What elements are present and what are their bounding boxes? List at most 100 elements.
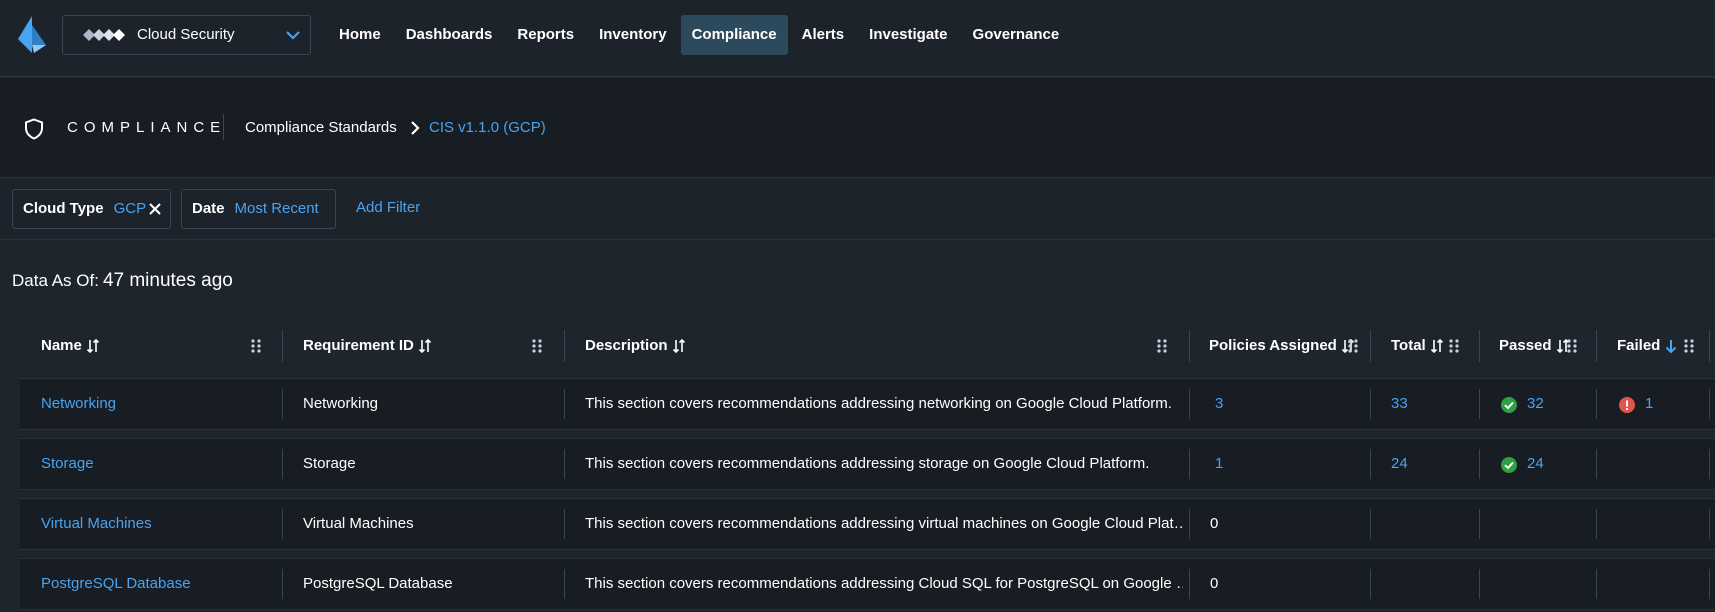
column-header-failed[interactable]: Failed	[1617, 322, 1678, 370]
nav-governance[interactable]: Governance	[962, 15, 1071, 55]
column-drag-handle-icon[interactable]	[1684, 339, 1694, 353]
column-drag-handle-icon[interactable]	[532, 339, 542, 353]
row-requirement-id: PostgreSQL Database	[303, 575, 453, 592]
nav-home[interactable]: Home	[328, 15, 392, 55]
filter-chip-cloud-type[interactable]: Cloud Type GCP	[12, 189, 171, 229]
column-drag-handle-icon[interactable]	[1157, 339, 1167, 353]
table-row[interactable]: Virtual Machines Virtual Machines This s…	[20, 498, 1715, 550]
column-header-total[interactable]: Total	[1391, 322, 1444, 370]
row-name-link[interactable]: Networking	[41, 379, 116, 429]
cell-separator	[1479, 509, 1480, 539]
sort-icon[interactable]	[672, 338, 686, 354]
row-requirement-id: Storage	[303, 455, 356, 472]
cell-separator	[1189, 569, 1190, 599]
table-row[interactable]: PostgreSQL Database PostgreSQL Database …	[20, 558, 1715, 610]
product-switcher-label: Cloud Security	[137, 26, 235, 43]
row-name-link[interactable]: Storage	[41, 439, 94, 489]
row-policies-assigned: 0	[1210, 515, 1219, 532]
table-row[interactable]: Storage Storage This section covers reco…	[20, 438, 1715, 490]
column-separator[interactable]	[1596, 330, 1597, 362]
sort-icon[interactable]	[86, 338, 100, 354]
row-passed-link[interactable]: 32	[1527, 379, 1544, 429]
cell-separator	[1709, 569, 1710, 599]
column-header-requirement-id[interactable]: Requirement ID	[303, 322, 432, 370]
row-description: This section covers recommendations addr…	[585, 395, 1172, 412]
nav-alerts[interactable]: Alerts	[791, 15, 856, 55]
cell-separator	[1709, 389, 1710, 419]
nav-investigate[interactable]: Investigate	[858, 15, 958, 55]
row-total-link[interactable]: 24	[1391, 439, 1408, 489]
column-separator[interactable]	[1370, 330, 1371, 362]
data-as-of-value: 47 minutes ago	[102, 270, 233, 291]
filter-date-label: Date	[192, 200, 225, 217]
column-drag-handle-icon[interactable]	[1567, 339, 1577, 353]
row-policies-assigned: 0	[1210, 575, 1219, 592]
product-switcher[interactable]: Cloud Security	[62, 15, 311, 55]
table-row[interactable]: Networking Networking This section cover…	[20, 378, 1715, 430]
passed-check-icon	[1501, 457, 1517, 473]
cell-separator	[564, 449, 565, 479]
row-description: This section covers recommendations addr…	[585, 515, 1183, 532]
filter-cloud-type-label: Cloud Type	[23, 200, 104, 217]
nav-inventory[interactable]: Inventory	[588, 15, 678, 55]
sort-icon[interactable]	[418, 338, 432, 354]
row-name-link[interactable]: PostgreSQL Database	[41, 559, 191, 609]
column-separator[interactable]	[1189, 330, 1190, 362]
column-separator[interactable]	[1479, 330, 1480, 362]
nav-dashboards[interactable]: Dashboards	[395, 15, 504, 55]
chevron-down-icon	[286, 31, 300, 40]
sort-icon[interactable]	[1430, 338, 1444, 354]
cell-separator	[1370, 449, 1371, 479]
row-total-link[interactable]: 33	[1391, 379, 1408, 429]
main-nav: Home Dashboards Reports Inventory Compli…	[328, 15, 1073, 55]
row-name-link[interactable]: Virtual Machines	[41, 499, 152, 549]
cell-separator	[1189, 509, 1190, 539]
cell-separator	[1596, 389, 1597, 419]
header-divider	[223, 114, 224, 140]
data-as-of-label: Data As Of:	[12, 271, 99, 290]
row-policies-assigned-link[interactable]: 1	[1215, 439, 1223, 489]
sort-descending-icon[interactable]	[1664, 338, 1678, 354]
column-header-name[interactable]: Name	[41, 322, 100, 370]
cell-separator	[282, 449, 283, 479]
column-separator[interactable]	[564, 330, 565, 362]
column-header-passed[interactable]: Passed	[1499, 322, 1570, 370]
column-separator[interactable]	[282, 330, 283, 362]
data-as-of: Data As Of: 47 minutes ago	[12, 270, 233, 292]
column-header-policies-assigned[interactable]: Policies Assigned	[1209, 322, 1355, 370]
column-drag-handle-icon[interactable]	[251, 339, 261, 353]
close-icon[interactable]	[148, 202, 162, 216]
chevron-right-icon	[411, 121, 420, 135]
product-tiles-icon	[83, 29, 125, 41]
cell-separator	[282, 509, 283, 539]
cell-separator	[1189, 449, 1190, 479]
filter-chip-date[interactable]: Date Most Recent	[181, 189, 336, 229]
failed-alert-icon	[1619, 397, 1635, 413]
cell-separator	[1596, 449, 1597, 479]
brand-logo-icon[interactable]	[16, 15, 48, 55]
breadcrumb-compliance-standards[interactable]: Compliance Standards	[245, 119, 397, 136]
breadcrumb-current[interactable]: CIS v1.1.0 (GCP)	[429, 119, 546, 136]
cell-separator	[1596, 569, 1597, 599]
passed-check-icon	[1501, 397, 1517, 413]
row-passed-link[interactable]: 24	[1527, 439, 1544, 489]
cell-separator	[1370, 389, 1371, 419]
cell-separator	[564, 389, 565, 419]
row-description: This section covers recommendations addr…	[585, 575, 1183, 592]
row-policies-assigned-link[interactable]: 3	[1215, 379, 1223, 429]
cell-separator	[1596, 509, 1597, 539]
cell-separator	[1709, 449, 1710, 479]
column-header-description[interactable]: Description	[585, 322, 686, 370]
nav-reports[interactable]: Reports	[506, 15, 585, 55]
table-header: Name Requirement ID Description Policies…	[20, 322, 1715, 370]
column-drag-handle-icon[interactable]	[1449, 339, 1459, 353]
add-filter-button[interactable]: Add Filter	[356, 199, 420, 216]
cell-separator	[282, 569, 283, 599]
column-separator[interactable]	[1709, 330, 1710, 362]
cell-separator	[1370, 569, 1371, 599]
compliance-requirements-table: Name Requirement ID Description Policies…	[20, 322, 1715, 610]
column-drag-handle-icon[interactable]	[1348, 339, 1358, 353]
nav-compliance[interactable]: Compliance	[680, 15, 788, 55]
row-failed-link[interactable]: 1	[1645, 379, 1653, 429]
page-header: COMPLIANCE Compliance Standards CIS v1.1…	[0, 78, 1715, 178]
